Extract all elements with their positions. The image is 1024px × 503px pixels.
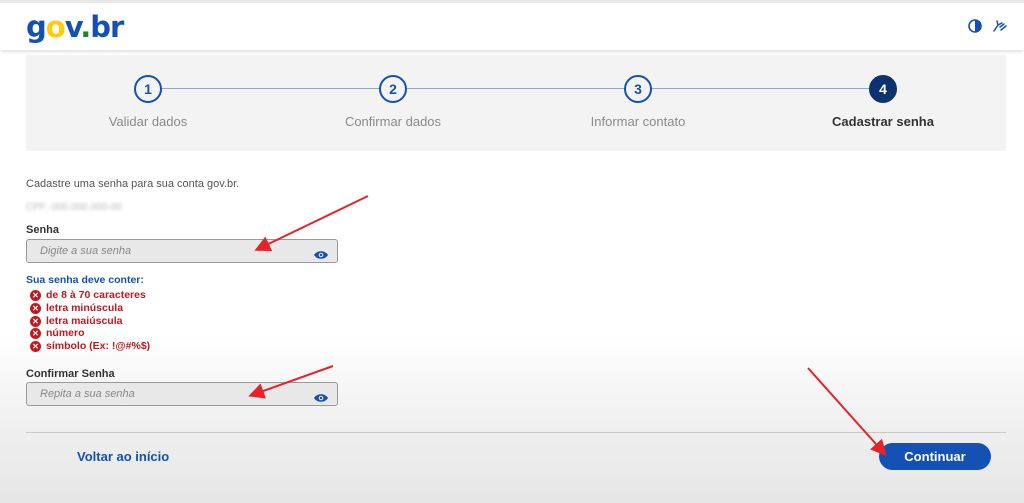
annotation-arrow [807,367,887,456]
page: gov.br 1 Validar dados 2 Confirmar dados… [0,3,1024,503]
annotation-arrows [248,195,887,456]
annotation-arrow [254,195,369,251]
annotation-arrow [248,365,334,399]
